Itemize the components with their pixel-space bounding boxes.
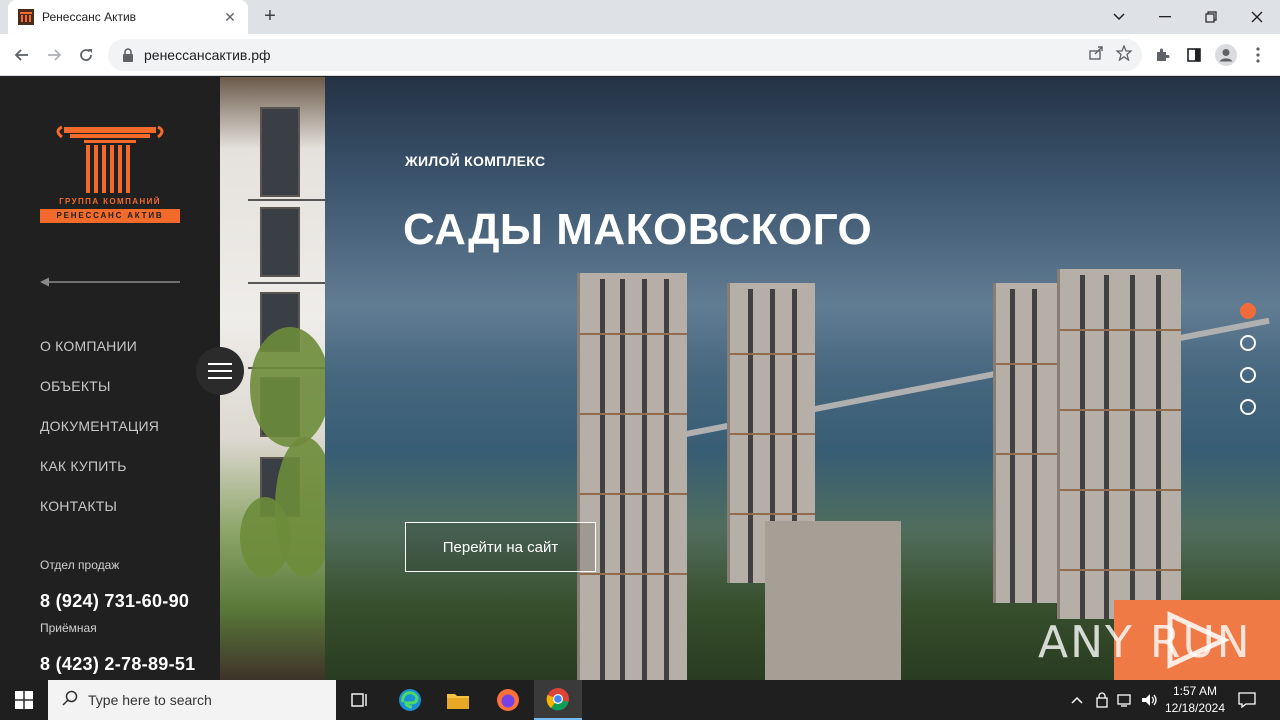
nav-item-contacts[interactable]: КОНТАКТЫ <box>40 497 159 537</box>
clock-time: 1:57 AM <box>1172 684 1218 698</box>
tab-title: Ренессанс Актив <box>42 10 137 24</box>
firefox-icon[interactable] <box>484 680 532 720</box>
hamburger-menu-button[interactable] <box>196 347 244 395</box>
site-logo[interactable]: ГРУППА КОМПАНИЙ РЕНЕССАНС АКТИВ <box>40 125 180 223</box>
search-placeholder: Type here to search <box>88 692 212 708</box>
reception-label: Приёмная <box>40 621 97 635</box>
lock-icon[interactable] <box>122 48 136 62</box>
slider-dot-3[interactable] <box>1240 367 1256 383</box>
hero-subtitle: ЖИЛОЙ КОМПЛЕКС <box>405 153 546 169</box>
nav-item-how-to-buy[interactable]: КАК КУПИТЬ <box>40 457 159 497</box>
show-hidden-icons-chevron-icon[interactable] <box>1070 680 1084 720</box>
sales-phone-link[interactable]: 8 (924) 731-60-90 <box>40 591 189 612</box>
hamburger-line <box>208 363 232 365</box>
url-text[interactable]: ренессансактив.рф <box>144 47 271 63</box>
profile-avatar-icon[interactable] <box>1212 41 1240 69</box>
browser-toolbar: ренессансактив.рф <box>0 34 1280 76</box>
side-panel-icon[interactable] <box>1180 41 1208 69</box>
chrome-taskbar-icon[interactable] <box>534 680 582 720</box>
volume-tray-icon[interactable] <box>1141 680 1159 720</box>
anyrun-watermark-text: ANY RUN <box>1038 617 1252 668</box>
hamburger-line <box>208 377 232 379</box>
nav-item-about[interactable]: О КОМПАНИИ <box>40 337 159 377</box>
slider-back-arrow-icon[interactable] <box>40 275 180 287</box>
close-window-icon[interactable] <box>1234 0 1280 34</box>
windows-start-icon[interactable] <box>0 680 48 720</box>
slider-dot-1[interactable] <box>1240 303 1256 319</box>
sidebar: ГРУППА КОМПАНИЙ РЕНЕССАНС АКТИВ О КОМПАН… <box>0 77 220 680</box>
share-icon[interactable] <box>1088 45 1104 66</box>
nav-item-documentation[interactable]: ДОКУМЕНТАЦИЯ <box>40 417 159 457</box>
clock-date: 12/18/2024 <box>1164 701 1226 715</box>
browser-tab-strip: Ренессанс Актив ✕ + <box>0 0 1280 34</box>
notifications-icon[interactable] <box>1238 680 1256 720</box>
security-tray-icon[interactable] <box>1094 680 1110 720</box>
browser-tab-active[interactable]: Ренессанс Актив ✕ <box>8 0 248 34</box>
hero-slider: ЖИЛОЙ КОМПЛЕКС САДЫ МАКОВСКОГО Перейти н… <box>325 77 1280 680</box>
logo-line2: РЕНЕССАНС АКТИВ <box>40 209 180 223</box>
slider-pagination <box>1240 303 1256 431</box>
slider-dot-2[interactable] <box>1240 335 1256 351</box>
reception-phone-link[interactable]: 8 (423) 2-78-89-51 <box>40 654 196 675</box>
windows-taskbar: Type here to search 1:57 AM 12/18/2024 <box>0 680 1280 720</box>
bookmark-star-icon[interactable] <box>1115 43 1133 66</box>
go-to-site-button[interactable]: Перейти на сайт <box>405 522 596 572</box>
address-bar[interactable]: ренессансактив.рф <box>108 39 1142 71</box>
hamburger-line <box>208 370 232 372</box>
reload-icon[interactable] <box>72 41 100 69</box>
site-favicon-icon <box>18 9 34 25</box>
new-tab-button[interactable]: + <box>258 6 282 28</box>
slider-dot-4[interactable] <box>1240 399 1256 415</box>
forward-arrow-icon[interactable] <box>40 41 68 69</box>
hero-title: САДЫ МАКОВСКОГО <box>403 205 873 254</box>
search-icon <box>62 690 78 711</box>
task-view-icon[interactable] <box>336 680 384 720</box>
logo-column-icon <box>56 125 164 193</box>
network-tray-icon[interactable] <box>1117 680 1135 720</box>
chrome-menu-icon[interactable] <box>1244 41 1272 69</box>
tab-search-chevron-icon[interactable] <box>1096 0 1142 34</box>
web-page: ГРУППА КОМПАНИЙ РЕНЕССАНС АКТИВ О КОМПАН… <box>0 77 1280 680</box>
main-nav: О КОМПАНИИ ОБЪЕКТЫ ДОКУМЕНТАЦИЯ КАК КУПИ… <box>40 337 159 537</box>
close-tab-icon[interactable]: ✕ <box>222 9 238 26</box>
taskbar-search-box[interactable]: Type here to search <box>48 680 336 720</box>
logo-line1: ГРУППА КОМПАНИЙ <box>59 197 161 206</box>
back-arrow-icon[interactable] <box>8 41 36 69</box>
extensions-puzzle-icon[interactable] <box>1148 41 1176 69</box>
edge-browser-icon[interactable] <box>386 680 434 720</box>
taskbar-clock[interactable]: 1:57 AM 12/18/2024 <box>1160 683 1230 717</box>
nav-item-objects[interactable]: ОБЪЕКТЫ <box>40 377 159 417</box>
file-explorer-icon[interactable] <box>434 680 482 720</box>
restore-window-icon[interactable] <box>1188 0 1234 34</box>
sales-department-label: Отдел продаж <box>40 558 120 572</box>
minimize-window-icon[interactable] <box>1142 0 1188 34</box>
